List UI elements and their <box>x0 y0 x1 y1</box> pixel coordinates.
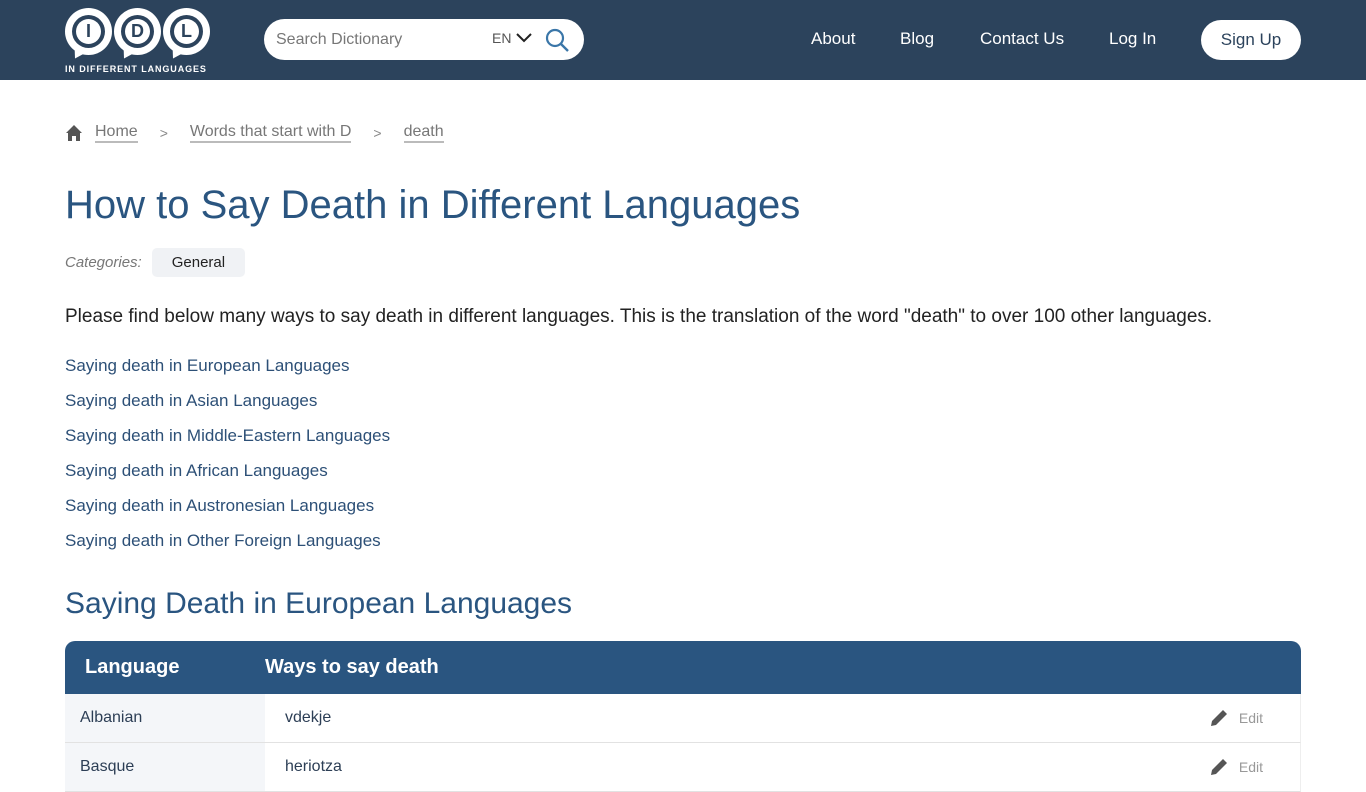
translation-cell: heriotza <box>285 758 342 775</box>
section-link-asian[interactable]: Saying death in Asian Languages <box>65 391 390 426</box>
nav-blog[interactable]: Blog <box>900 29 934 49</box>
section-link-european[interactable]: Saying death in European Languages <box>65 356 390 391</box>
home-icon <box>66 125 82 141</box>
translation-cell: vdekje <box>285 709 332 726</box>
search-icon[interactable] <box>544 27 570 53</box>
language-cell: Albanian <box>65 694 265 742</box>
logo-bubble: D <box>114 8 161 55</box>
logo-tagline: IN DIFFERENT LANGUAGES <box>65 64 207 74</box>
logo[interactable]: I D L IN DIFFERENT LANGUAGES <box>65 8 215 76</box>
column-header-translation: Ways to say death <box>265 656 439 678</box>
breadcrumb-separator: > <box>373 125 382 141</box>
section-title: Saying Death in European Languages <box>65 587 573 620</box>
pencil-icon <box>1210 759 1227 775</box>
logo-letter: I <box>76 19 101 44</box>
category-tag[interactable]: General <box>151 248 246 277</box>
logo-letter: D <box>125 19 150 44</box>
sign-up-button[interactable]: Sign Up <box>1201 20 1301 60</box>
categories: Categories: General <box>65 248 246 277</box>
site-header: I D L IN DIFFERENT LANGUAGES EN About Bl… <box>0 0 1366 80</box>
search-input[interactable] <box>276 27 476 52</box>
table-header: Language Ways to say death <box>65 641 1301 694</box>
language-select-value: EN <box>492 30 512 46</box>
section-link-austronesian[interactable]: Saying death in Austronesian Languages <box>65 496 390 531</box>
table-row: Albanian vdekje Edit <box>65 694 1301 743</box>
pencil-icon <box>1210 710 1227 726</box>
section-link-african[interactable]: Saying death in African Languages <box>65 461 390 496</box>
section-link-other[interactable]: Saying death in Other Foreign Languages <box>65 531 390 566</box>
chevron-down-icon <box>516 33 533 43</box>
search-bar: EN <box>264 19 584 60</box>
column-header-language: Language <box>85 656 180 678</box>
section-links: Saying death in European Languages Sayin… <box>65 356 390 566</box>
section-link-middle-eastern[interactable]: Saying death in Middle-Eastern Languages <box>65 426 390 461</box>
intro-text: Please find below many ways to say death… <box>65 306 1213 327</box>
nav-contact-us[interactable]: Contact Us <box>980 29 1064 49</box>
edit-label: Edit <box>1238 759 1263 775</box>
breadcrumb-current[interactable]: death <box>403 123 444 143</box>
logo-bubble: I <box>65 8 112 55</box>
page-title: How to Say Death in Different Languages <box>65 183 801 227</box>
breadcrumb-home[interactable]: Home <box>95 123 138 143</box>
language-select[interactable]: EN <box>492 30 533 46</box>
edit-button[interactable]: Edit <box>1209 757 1263 777</box>
edit-label: Edit <box>1238 710 1263 726</box>
breadcrumb-separator: > <box>159 125 168 141</box>
language-cell: Basque <box>65 743 265 791</box>
logo-bubble: L <box>163 8 210 55</box>
categories-label: Categories: <box>65 254 142 271</box>
breadcrumb: Home > Words that start with D > death <box>65 123 444 143</box>
breadcrumb-words-d[interactable]: Words that start with D <box>189 123 352 143</box>
nav-log-in[interactable]: Log In <box>1109 29 1156 49</box>
logo-letter: L <box>174 19 199 44</box>
nav-about[interactable]: About <box>811 29 855 49</box>
translations-table: Language Ways to say death Albanian vdek… <box>65 641 1301 792</box>
edit-button[interactable]: Edit <box>1209 708 1263 728</box>
